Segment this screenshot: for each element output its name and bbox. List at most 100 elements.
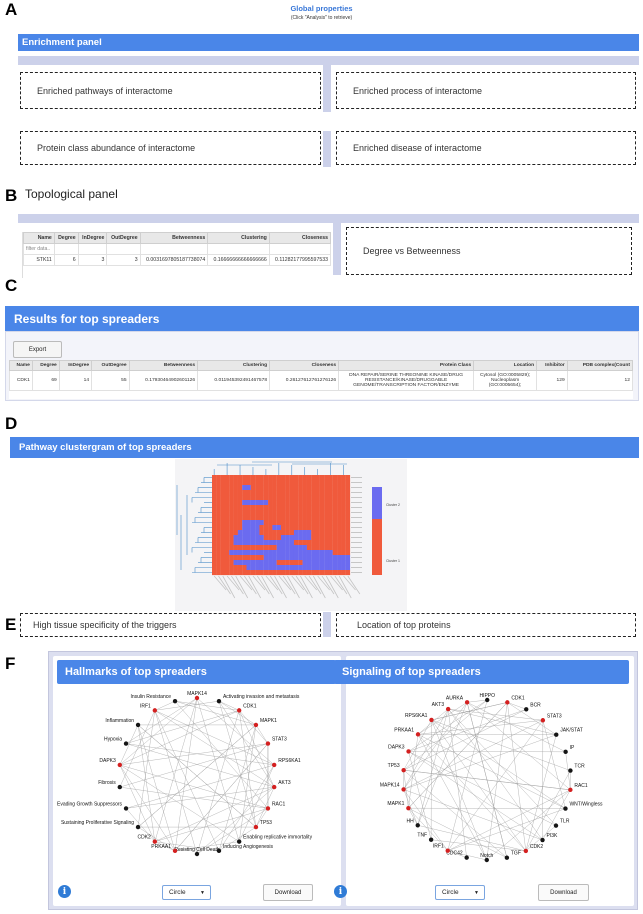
network-node[interactable]	[172, 698, 178, 704]
col-location[interactable]: Location	[473, 360, 538, 371]
network-node[interactable]	[464, 700, 470, 705]
network-node[interactable]	[401, 767, 406, 773]
col-degree[interactable]: Degree	[53, 232, 79, 244]
col-pdb-complex[interactable]: PDB complex(Count	[566, 360, 633, 371]
enriched-disease-box[interactable]: Enriched disease of interactome	[336, 131, 636, 165]
signaling-layout-select[interactable]: Circle ▼	[435, 885, 485, 900]
network-node[interactable]	[216, 698, 222, 704]
heatmap-cell	[276, 475, 282, 481]
network-node[interactable]	[406, 749, 411, 754]
hallmarks-layout-select[interactable]: Circle ▼	[162, 885, 211, 900]
network-node[interactable]	[272, 762, 277, 768]
heatmap-cell	[216, 555, 221, 561]
col-outdegree[interactable]: OutDegree	[91, 360, 130, 371]
heatmap-cell	[337, 555, 342, 561]
heatmap-cell	[268, 505, 273, 511]
heatmap-cell	[315, 570, 320, 576]
global-properties-title[interactable]: Global properties	[0, 4, 643, 13]
heatmap-cell	[298, 485, 303, 491]
network-node[interactable]	[123, 741, 129, 746]
heatmap-cell	[212, 495, 217, 501]
network-node[interactable]	[563, 806, 568, 811]
signaling-download-button[interactable]: Download	[538, 884, 589, 901]
col-clustering[interactable]: Clustering	[207, 232, 270, 244]
network-edge	[154, 786, 275, 842]
enriched-process-box[interactable]: Enriched process of interactome	[336, 72, 636, 109]
col-outdegree[interactable]: OutDegree	[106, 232, 141, 244]
location-top-proteins-box[interactable]: Location of top proteins	[336, 613, 636, 637]
col-betweenness[interactable]: Betweenness	[139, 232, 209, 244]
table-row[interactable]: STK11 6 3 3 0.0031697805187738074 0.1666…	[23, 254, 331, 266]
network-node[interactable]	[117, 762, 122, 768]
network-node[interactable]	[253, 722, 259, 728]
network-node[interactable]	[464, 855, 469, 860]
col-betweenness[interactable]: Betweenness	[128, 360, 199, 371]
heatmap-cell	[237, 570, 243, 576]
network-node[interactable]	[445, 706, 451, 712]
heatmap-cell	[341, 535, 346, 541]
network-node[interactable]	[236, 708, 242, 713]
network-node[interactable]	[152, 708, 158, 713]
info-icon[interactable]: i	[58, 885, 71, 898]
network-node[interactable]	[445, 848, 450, 853]
heatmap-cell	[337, 485, 342, 491]
heatmap-cell	[237, 495, 243, 501]
col-clustering[interactable]: Clustering	[197, 360, 271, 371]
col-protein-class[interactable]: Protein Class	[338, 360, 475, 371]
network-node[interactable]	[540, 837, 545, 843]
degree-vs-betweenness-box[interactable]: Degree vs Betweenness	[346, 227, 632, 275]
col-closeness[interactable]: Closeness	[268, 232, 331, 244]
network-node[interactable]	[568, 768, 573, 773]
network-node[interactable]	[554, 732, 559, 737]
network-node[interactable]	[523, 848, 529, 854]
heatmap-cell	[345, 485, 351, 491]
network-node[interactable]	[272, 784, 277, 790]
network-node[interactable]	[524, 707, 529, 712]
network-node[interactable]	[117, 784, 122, 790]
col-indegree[interactable]: InDegree	[58, 360, 93, 371]
network-node[interactable]	[540, 718, 546, 723]
network-node[interactable]	[123, 806, 129, 811]
hallmarks-download-button[interactable]: Download	[263, 884, 313, 901]
network-node[interactable]	[428, 837, 434, 842]
network-node[interactable]	[505, 700, 510, 705]
network-node[interactable]	[135, 824, 141, 830]
network-node[interactable]	[415, 732, 421, 737]
heatmap-cell	[341, 545, 346, 551]
col-degree[interactable]: Degree	[31, 360, 60, 371]
table-row[interactable]: CDK1 69 14 55 0.17930464902601126 0.0119…	[9, 370, 633, 391]
enriched-pathways-box[interactable]: Enriched pathways of interactome	[20, 72, 321, 109]
network-node[interactable]	[504, 855, 510, 860]
network-node-label: CDK2	[530, 844, 544, 850]
network-node[interactable]	[172, 848, 178, 854]
col-closeness[interactable]: Closeness	[269, 360, 340, 371]
filter-input[interactable]: filter data..	[23, 243, 55, 255]
network-node[interactable]	[265, 741, 271, 746]
heatmap-cell	[345, 530, 351, 536]
network-node[interactable]	[401, 787, 406, 792]
hallmarks-network[interactable]: MAPK14 Activating invasion and metastasis…	[57, 688, 337, 878]
col-indegree[interactable]: InDegree	[77, 232, 108, 244]
info-icon[interactable]: i	[334, 885, 347, 898]
network-node[interactable]	[568, 787, 573, 793]
col-inhibitor[interactable]: Inhibitor	[536, 360, 568, 371]
network-edge	[154, 710, 275, 766]
network-node[interactable]	[415, 823, 420, 828]
col-name[interactable]: Name	[23, 232, 55, 244]
tissue-specificity-box[interactable]: High tissue specificity of the triggers	[20, 613, 321, 637]
signaling-network[interactable]: CDK1 BCR STAT3 JAK/STAT IP TCR RAC1 WNT/Wingles…	[345, 688, 630, 878]
network-node[interactable]	[553, 823, 559, 828]
heatmap-cell	[224, 490, 230, 496]
network-node[interactable]	[253, 824, 259, 830]
pathway-clustergram[interactable]: Cluster 2 Cluster 1	[175, 459, 407, 611]
network-node[interactable]	[406, 805, 411, 811]
network-node[interactable]	[429, 717, 434, 723]
protein-class-box[interactable]: Protein class abundance of interactome	[20, 131, 321, 165]
export-button[interactable]: Export	[13, 341, 62, 358]
network-node[interactable]	[265, 806, 271, 811]
col-name[interactable]: Name	[9, 360, 33, 371]
network-node[interactable]	[563, 749, 568, 755]
network-node[interactable]	[152, 839, 158, 844]
network-node-label: IRF1	[140, 703, 151, 709]
network-node[interactable]	[135, 722, 141, 728]
